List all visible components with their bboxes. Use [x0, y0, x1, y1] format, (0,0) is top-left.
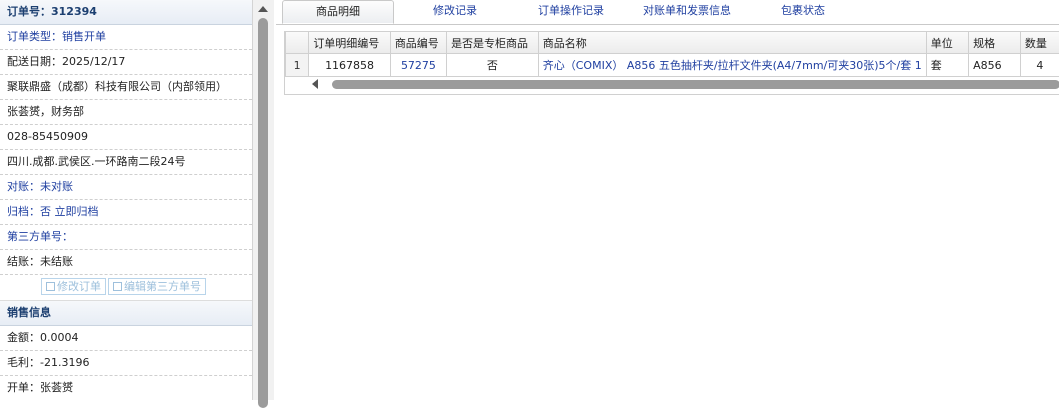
- sales-amount-row: 金额：0.0004: [0, 326, 252, 351]
- grid-horizontal-scrollbar[interactable]: [285, 77, 1059, 91]
- table-row[interactable]: 1 1167858 57275 否 齐心（COMIX） A856 五色抽杆夹/拉…: [286, 54, 1059, 77]
- tab-change-log[interactable]: 修改记录: [399, 0, 511, 23]
- gross-profit-row: 毛利：-21.3196: [0, 351, 252, 376]
- detail-id-cell: 1167858: [309, 54, 391, 77]
- tab-bar: 商品明细 修改记录 订单操作记录 对账单和发票信息 包裹状态: [276, 0, 1059, 25]
- customer-company-row: 聚联鼎盛（成都）科技有限公司（内部领用）: [0, 75, 252, 100]
- column-header[interactable]: 单位: [926, 32, 968, 54]
- scroll-left-icon[interactable]: [312, 79, 318, 89]
- delivery-date-row: 配送日期：2025/12/17: [0, 50, 252, 75]
- table-header-row: 订单明细编号 商品编号 是否是专柜商品 商品名称 单位 规格 数量: [286, 32, 1059, 54]
- horizontal-scroll-thumb[interactable]: [332, 80, 1059, 89]
- edit-icon: [46, 282, 55, 291]
- column-header[interactable]: 商品编号: [390, 32, 446, 54]
- order-type-row: 订单类型：销售开单: [0, 25, 252, 50]
- column-header[interactable]: 数量: [1020, 32, 1059, 54]
- edit-order-label: 修改订单: [57, 280, 101, 293]
- column-header[interactable]: 规格: [969, 32, 1021, 54]
- settlement-row: 结账：未结账: [0, 250, 252, 275]
- archive-status-row[interactable]: 归档：否 立即归档: [0, 200, 252, 225]
- order-number-header: 订单号：312394: [0, 0, 252, 25]
- sales-info-header: 销售信息: [0, 301, 252, 326]
- address-row: 四川.成都.武侯区.一环路南二段24号: [0, 150, 252, 175]
- tab-product-details[interactable]: 商品明细: [282, 0, 394, 24]
- scroll-thumb[interactable]: [258, 18, 268, 408]
- product-name-link[interactable]: 齐心（COMIX） A856 五色抽杆夹/拉杆文件夹(A4/7mm/可夹30张)…: [538, 54, 926, 77]
- tab-order-operation-log[interactable]: 订单操作记录: [515, 0, 627, 23]
- column-header[interactable]: 订单明细编号: [309, 32, 391, 54]
- product-grid: 订单明细编号 商品编号 是否是专柜商品 商品名称 单位 规格 数量 1 1167…: [284, 31, 1059, 95]
- column-header[interactable]: 商品名称: [538, 32, 926, 54]
- scroll-up-icon[interactable]: [258, 6, 268, 12]
- edit-order-button[interactable]: 修改订单: [41, 278, 106, 295]
- edit-third-party-button[interactable]: 编辑第三方单号: [108, 278, 206, 295]
- spec-cell: A856: [969, 54, 1021, 77]
- reconcile-status-row[interactable]: 对账：未对账: [0, 175, 252, 200]
- row-number-header: [286, 32, 309, 54]
- edit-icon: [113, 282, 122, 291]
- third-party-number-row: 第三方单号：: [0, 225, 252, 250]
- is-counter-cell: 否: [447, 54, 539, 77]
- product-table: 订单明细编号 商品编号 是否是专柜商品 商品名称 单位 规格 数量 1 1167…: [285, 32, 1059, 77]
- edit-third-party-label: 编辑第三方单号: [124, 280, 201, 293]
- unit-cell: 套: [926, 54, 968, 77]
- tab-package-status[interactable]: 包裹状态: [747, 0, 859, 23]
- quantity-cell: 4: [1020, 54, 1059, 77]
- issuer-row: 开单：张荟赟: [0, 376, 252, 400]
- tab-statement-invoice[interactable]: 对账单和发票信息: [631, 0, 743, 23]
- detail-panel: 商品明细 修改记录 订单操作记录 对账单和发票信息 包裹状态 订单明细编号 商品…: [276, 0, 1059, 400]
- phone-row: 028-85450909: [0, 125, 252, 150]
- contact-row: 张荟赟，财务部: [0, 100, 252, 125]
- row-number: 1: [286, 54, 309, 77]
- order-actions: 修改订单 编辑第三方单号: [0, 275, 252, 301]
- order-info-panel: 订单号：312394 订单类型：销售开单 配送日期：2025/12/17 聚联鼎…: [0, 0, 253, 400]
- left-panel-scrollbar[interactable]: [253, 0, 274, 400]
- column-header[interactable]: 是否是专柜商品: [447, 32, 539, 54]
- product-id-link[interactable]: 57275: [390, 54, 446, 77]
